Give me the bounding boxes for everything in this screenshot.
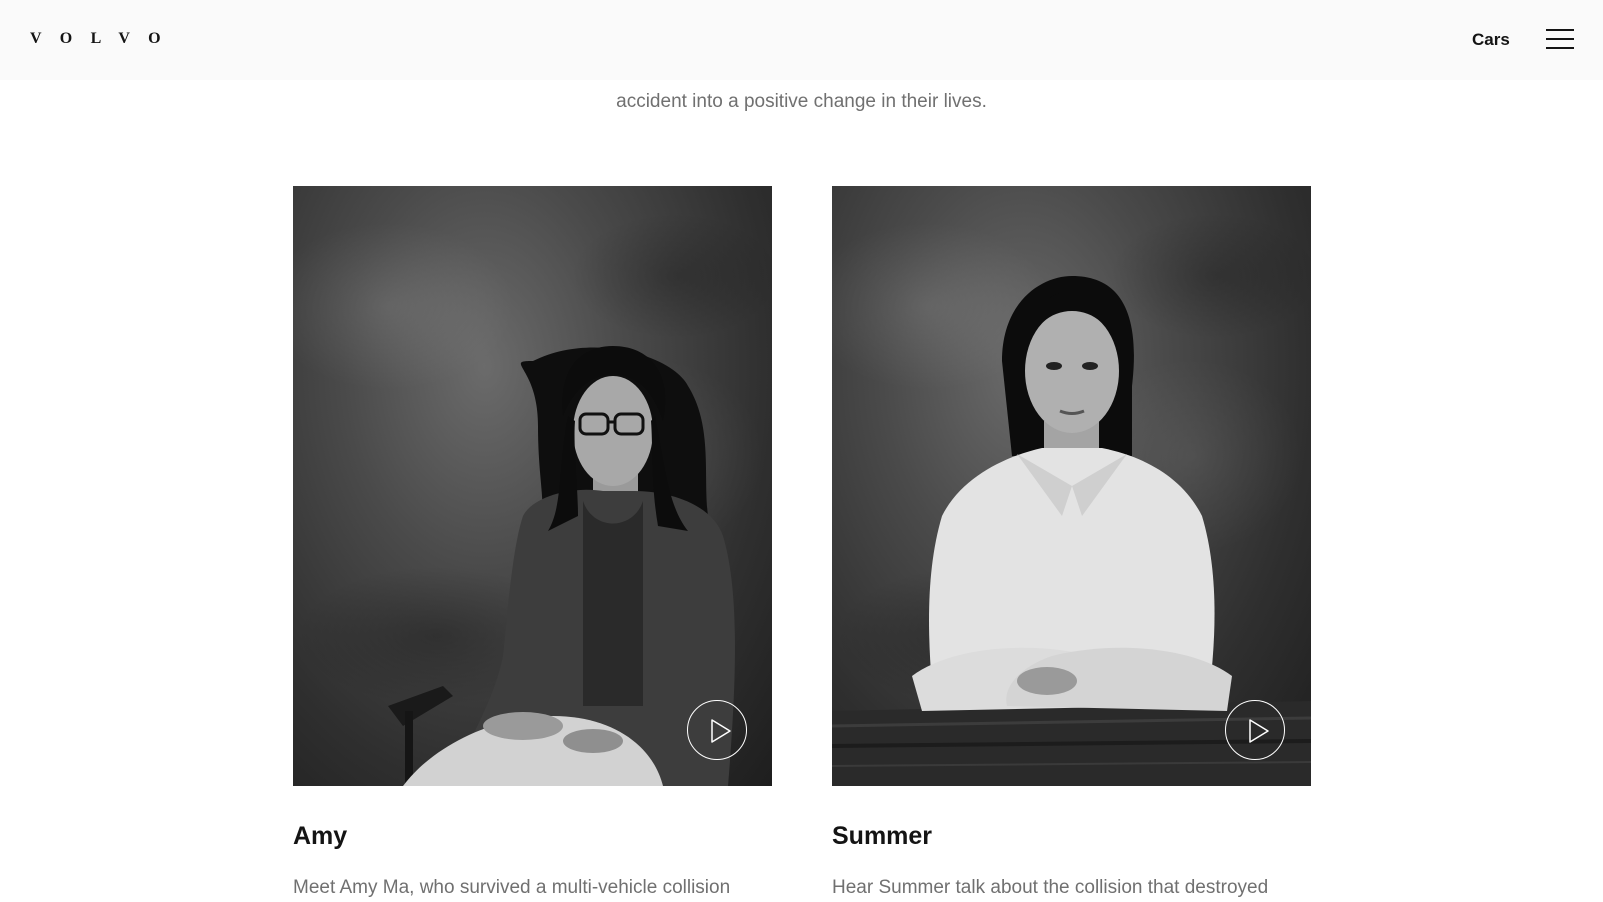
amy-figure [388,346,735,786]
play-icon [1249,719,1269,743]
amy-portrait-photo[interactable] [293,186,772,786]
play-video-button[interactable] [687,700,747,760]
story-title[interactable]: Summer [832,820,1311,852]
play-video-button[interactable] [1225,700,1285,760]
story-description: Hear Summer talk about the collision tha… [832,877,1269,898]
nav-cars-link[interactable]: Cars [1472,29,1510,51]
hamburger-menu-icon[interactable] [1546,28,1574,50]
story-description: Meet Amy Ma, who survived a multi-vehicl… [293,877,731,898]
story-card-amy[interactable]: Amy Meet Amy Ma, who survived a multi-ve… [293,186,772,902]
story-card-summer[interactable]: Summer Hear Summer talk about the collis… [832,186,1311,902]
intro-line-2: accident into a positive change in their… [616,91,987,112]
summer-portrait-photo[interactable] [832,186,1311,786]
summer-figure [832,276,1311,786]
play-icon [711,719,731,743]
story-title[interactable]: Amy [293,820,772,852]
site-header: VOLVO Cars [0,0,1603,80]
volvo-logo[interactable]: VOLVO [30,28,179,50]
